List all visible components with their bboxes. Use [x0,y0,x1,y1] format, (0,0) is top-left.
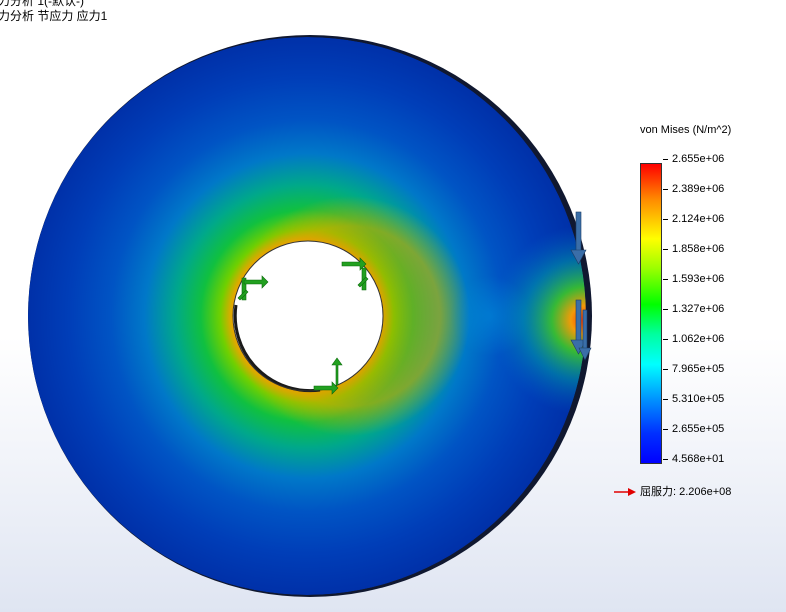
legend-tick: 2.655e+06 [663,154,724,165]
legend-tick: 1.062e+06 [663,334,724,345]
legend-tick: 1.858e+06 [663,244,724,255]
legend-tick: 1.593e+06 [663,274,724,285]
yield-strength-label: 屈服力: 2.206e+08 [640,486,732,498]
legend-tick: 1.327e+06 [663,304,724,315]
legend-tick: 2.389e+06 [663,184,724,195]
arrow-right-icon [614,488,636,497]
legend-tick: 2.655e+05 [663,424,724,435]
legend-tick: 7.965e+05 [663,364,724,375]
legend-tick: 2.124e+06 [663,214,724,225]
legend-tick: 4.568e+01 [663,454,724,465]
color-scale-bar [640,163,662,464]
legend-tick: 5.310e+05 [663,394,724,405]
legend-title: von Mises (N/m^2) [640,124,732,136]
yield-strength-row: 屈服力: 2.206e+08 [614,483,731,499]
stress-plot-viewport[interactable] [0,0,600,612]
